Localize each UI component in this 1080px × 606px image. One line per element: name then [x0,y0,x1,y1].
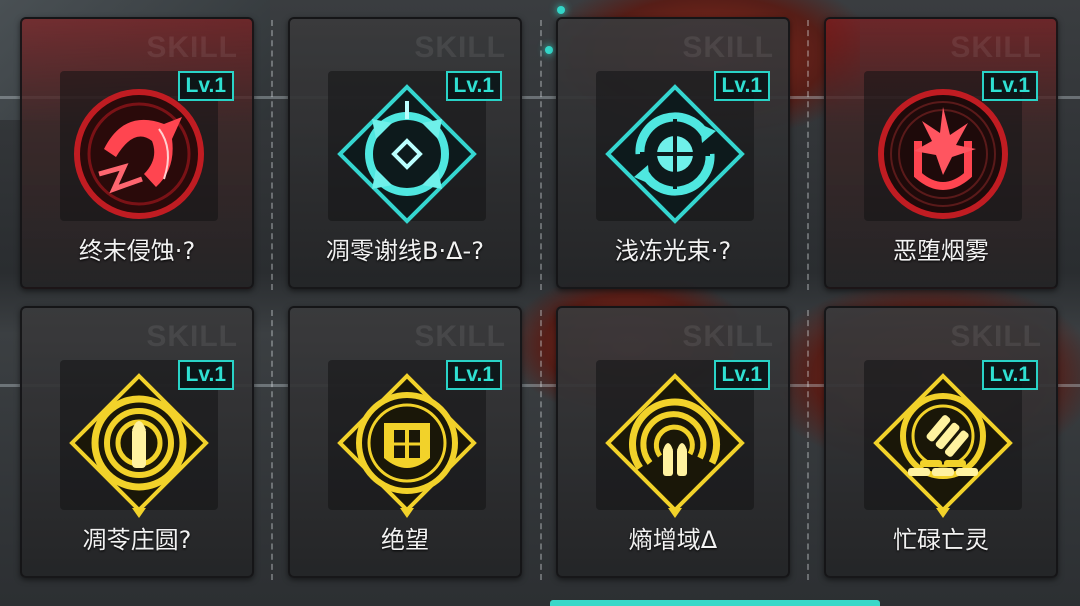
gold-bullet-rings-icon [69,373,209,518]
skill-card-1[interactable]: SKILL Lv.1 终末侵蚀·? [20,17,254,289]
crimson-claw-icon [74,89,204,219]
skill-watermark: SKILL [414,31,506,64]
level-badge: Lv.1 [177,71,234,101]
level-badge: Lv.1 [445,71,502,101]
skill-watermark: SKILL [950,320,1042,353]
column-divider [271,20,273,290]
skill-name: 忙碌亡灵 [893,526,989,554]
skill-watermark: SKILL [950,31,1042,64]
column-divider [271,310,273,580]
level-badge: Lv.1 [981,360,1038,390]
level-badge: Lv.1 [713,360,770,390]
gold-ammo-stack-icon [873,373,1013,518]
skill-name: 凋零谢线B·Δ-? [326,237,484,265]
level-badge: Lv.1 [445,360,502,390]
level-badge: Lv.1 [713,71,770,101]
skill-card-8[interactable]: SKILL Lv.1 忙碌亡灵 [824,306,1058,578]
skill-watermark: SKILL [682,320,774,353]
skill-watermark: SKILL [682,31,774,64]
skill-card-5[interactable]: SKILL Lv.1 凋苓庄圆? [20,306,254,578]
skill-watermark: SKILL [146,31,238,64]
skill-card-7[interactable]: SKILL Lv.1 熵增域Δ [556,306,790,578]
bottom-accent-bar [550,600,880,606]
crimson-shield-burst-icon [878,89,1008,219]
skill-watermark: SKILL [146,320,238,353]
skill-name: 凋苓庄圆? [82,526,192,554]
skill-name: 绝望 [381,526,429,554]
teal-crosshair-cycle-icon [605,84,745,224]
column-divider [807,20,809,290]
skill-card-4[interactable]: SKILL Lv.1 恶堕烟雾 [824,17,1058,289]
indicator-dot [557,6,565,14]
skill-name: 熵增域Δ [628,526,718,554]
skill-watermark: SKILL [414,320,506,353]
column-divider [540,310,542,580]
gold-window-shield-icon [337,373,477,518]
skill-name: 浅冻光束·? [614,237,732,265]
level-badge: Lv.1 [981,71,1038,101]
skill-card-2[interactable]: SKILL Lv.1 凋零谢线B·Δ-? [288,17,522,289]
skill-name: 恶堕烟雾 [893,237,989,265]
skill-card-6[interactable]: SKILL Lv.1 绝望 [288,306,522,578]
indicator-dot [545,46,553,54]
level-badge: Lv.1 [177,360,234,390]
gold-spiral-bullets-icon [605,373,745,518]
teal-target-arrows-icon [337,84,477,224]
column-divider [540,20,542,290]
column-divider [807,310,809,580]
skill-name: 终末侵蚀·? [78,237,196,265]
skill-card-3[interactable]: SKILL Lv.1 浅冻光束·? [556,17,790,289]
